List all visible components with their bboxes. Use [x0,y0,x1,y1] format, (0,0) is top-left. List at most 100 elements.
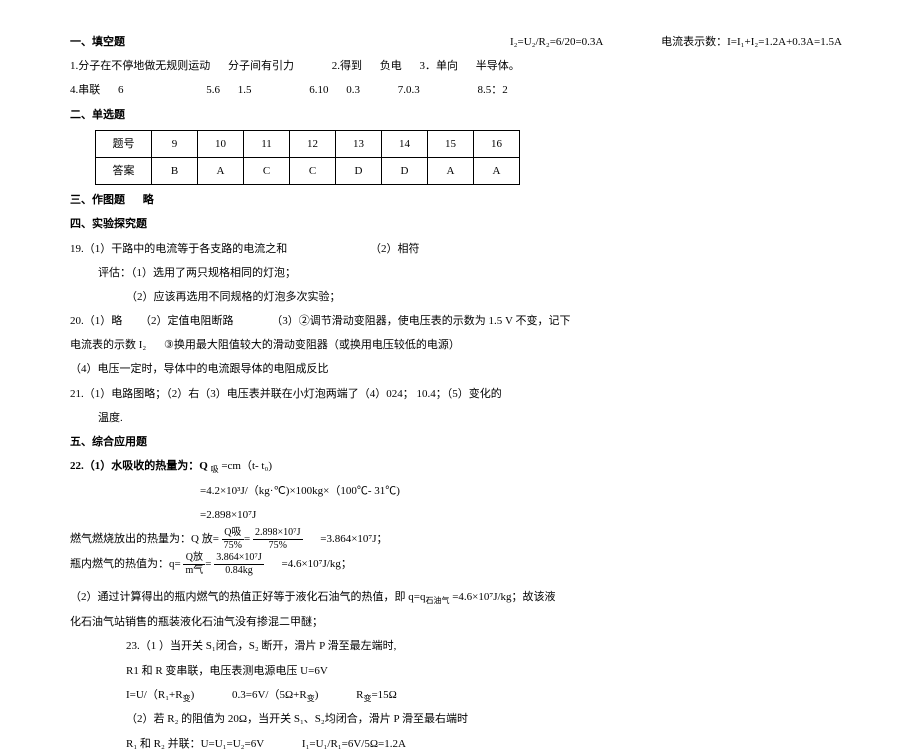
q19-line2: 评估：（1）选用了两只规格相同的灯泡； [70,261,850,285]
q8: 8.5：2 [478,84,508,96]
q4-line: 4.串联 6 5.6 1.5 6.10 0.3 7.0.3 8.5：2 [70,78,850,102]
column-2: I₂=U₂/R₂=6/20=0.3A 电流表示数：I=I₁+I₂=1.2A+0.… [510,30,842,54]
q23-line5: R₁ 和 R₂ 并联：U=U₁=U₂=6V I₁=U₁/R₁=6V/5Ω=1.2… [70,732,850,756]
ta-15: A [428,157,474,184]
frac1b-top: 2.898×10⁷J [253,527,303,540]
q1e: 3．单向 [420,60,459,72]
q20a: 20.（1）略 [70,315,122,327]
q22-line5: （2）通过计算得出的瓶内燃气的热值正好等于液化石油气的热值，即 q=q石油气 =… [70,585,850,610]
q22-line1: 22.（1）水吸收的热量为：Q 吸 =cm（t- t₀) [70,454,850,479]
th-label: 题号 [96,130,152,157]
section-5-title: 五、综合应用题 [70,430,850,454]
th-9: 9 [152,130,198,157]
frac2-top: Q放 [183,552,205,565]
q20-line3: （4）电压一定时，导体中的电流跟导体的电阻成反比 [70,357,850,381]
ta-16: A [474,157,520,184]
q23-3b: ) [191,689,195,701]
q4b: 6 [118,84,124,96]
section-2-title: 二、单选题 [70,103,850,127]
ta-12: C [290,157,336,184]
q23-line4: （2）若 R₂ 的阻值为 20Ω，当开关 S₁、S₂均闭合，滑片 P 滑至最右端… [70,707,850,731]
q19b: （2）相符 [370,243,420,255]
q6b: 0.3 [346,84,360,96]
q22-line6: 化石油气站销售的瓶装液化石油气没有掺混二甲醚； [70,610,850,634]
section-3-title: 三、作图题 [70,194,125,206]
q23-3sub: 变 [183,694,191,703]
q6: 6.10 [309,84,328,96]
q22-5b: =4.6×10⁷J/kg；故该液 [452,591,555,603]
section-3-line: 三、作图题 略 [70,188,850,212]
q4a: 4.串联 [70,84,100,96]
q23-5b: I₁=U₁/R₁=6V/5Ω=1.2A [302,738,406,750]
th-16: 16 [474,130,520,157]
q22-line3: 燃气燃烧放出的热量为：Q 放= Q吸 75% = 2.898×10⁷J 75% … [70,527,850,552]
q23-3e: R [356,689,363,701]
th-11: 11 [244,130,290,157]
fraction-2: Q放 m气 [183,552,205,577]
q19-line1: 19.（1）干路中的电流等于各支路的电流之和 （2）相符 [70,237,850,261]
answer-table: 题号 9 10 11 12 13 14 15 16 答案 B A C C D D… [95,130,520,185]
fraction-1: Q吸 75% [222,527,244,552]
q1f: 半导体。 [476,60,520,72]
q5b: 1.5 [238,84,252,96]
q22-3b: =3.864×10⁷J； [320,533,387,545]
col2-b: 电流表示数：I=I₁+I₂=1.2A+0.3A=1.5A [661,36,842,48]
frac1-top: Q吸 [222,527,244,540]
q1d: 负电 [380,60,402,72]
fraction-1b: 2.898×10⁷J 75% [253,527,303,552]
q1c: 2.得到 [332,60,362,72]
table-header-row: 题号 9 10 11 12 13 14 15 16 [96,130,520,157]
q5: 5.6 [206,84,220,96]
q20e: ③换用最大阻值较大的滑动变阻器（或换用电压较低的电源） [164,339,460,351]
q22-line4: 瓶内燃气的热值为：q= Q放 m气 = 3.864×10⁷J 0.84kg =4… [70,552,850,577]
frac1b-bot: 75% [253,540,303,552]
q20-line1: 20.（1）略 （2）定值电阻断路 （3）②调节滑动变阻器，使电压表的示数为 1… [70,309,850,333]
q23-3f: =15Ω [371,689,396,701]
q20d: 电流表的示数 I₂ [70,339,146,351]
ta-10: A [198,157,244,184]
q22-5: （2）通过计算得出的瓶内燃气的热值正好等于液化石油气的热值，即 q=q [70,591,425,603]
q19-line3: （2）应该再选用不同规格的灯泡多次实验； [70,285,850,309]
q23-line1: 23.（1 ）当开关 S₁闭合，S₂ 断开，滑片 P 滑至最左端时, [70,634,850,658]
q22-4a: 瓶内燃气的热值为：q= [70,558,181,570]
fraction-2b: 3.864×10⁷J 0.84kg [214,552,264,577]
q23-3a: I=U/（R₁+R [126,689,183,701]
q22-line2b: =2.898×10⁷J [70,503,850,527]
ta-label: 答案 [96,157,152,184]
ta-13: D [336,157,382,184]
q22-3a: 燃气燃烧放出的热量为：Q 放= [70,533,219,545]
section-3-omit: 略 [143,194,154,206]
col2-a: I₂=U₂/R₂=6/20=0.3A [510,36,603,48]
q21a: 21.（1）电路图略；（2）右（3）电压表并联在小灯泡两端了（4）024； [70,388,414,400]
frac1-bot: 75% [222,540,244,552]
q23-3d: ) [315,689,319,701]
table-answer-row: 答案 B A C C D D A A [96,157,520,184]
ta-9: B [152,157,198,184]
q20c: （3）②调节滑动变阻器，使电压表的示数为 1.5 V 不变，记下 [271,315,570,327]
q22-1a: 22.（1）水吸收的热量为：Q [70,460,211,472]
q1a: 1.分子在不停地做无规则运动 [70,60,210,72]
q22-5sub: 石油气 [425,597,449,606]
frac2b-bot: 0.84kg [214,565,264,577]
q21b: 10.4；（5）变化的 [417,388,502,400]
q23-3c: 0.3=6V/（5Ω+R [232,689,307,701]
absorb-sub: 吸 [211,465,219,474]
q21-line2: 温度. [70,406,850,430]
q23-3sub2: 变 [307,694,315,703]
q20b: （2）定值电阻断路 [140,315,234,327]
q23-5: R₁ 和 R₂ 并联：U=U₁=U₂=6V [126,738,264,750]
section-4-title: 四、实验探究题 [70,212,850,236]
th-13: 13 [336,130,382,157]
q1b: 分子间有引力 [228,60,294,72]
th-14: 14 [382,130,428,157]
q20-line2: 电流表的示数 I₂ ③换用最大阻值较大的滑动变阻器（或换用电压较低的电源） [70,333,850,357]
q22-1b: =cm（t- t₀) [221,460,272,472]
q23-line3: I=U/（R₁+R变) 0.3=6V/（5Ω+R变) R变=15Ω [70,683,850,708]
th-15: 15 [428,130,474,157]
ta-11: C [244,157,290,184]
q1-line: 1.分子在不停地做无规则运动 分子间有引力 2.得到 负电 3．单向 半导体。 [70,54,850,78]
frac2-bot: m气 [183,565,205,577]
q22-line2a: =4.2×10³J/（kg·℃)×100kg×（100℃- 31℃) [70,479,850,503]
q21-line1: 21.（1）电路图略；（2）右（3）电压表并联在小灯泡两端了（4）024； 10… [70,382,850,406]
ta-14: D [382,157,428,184]
